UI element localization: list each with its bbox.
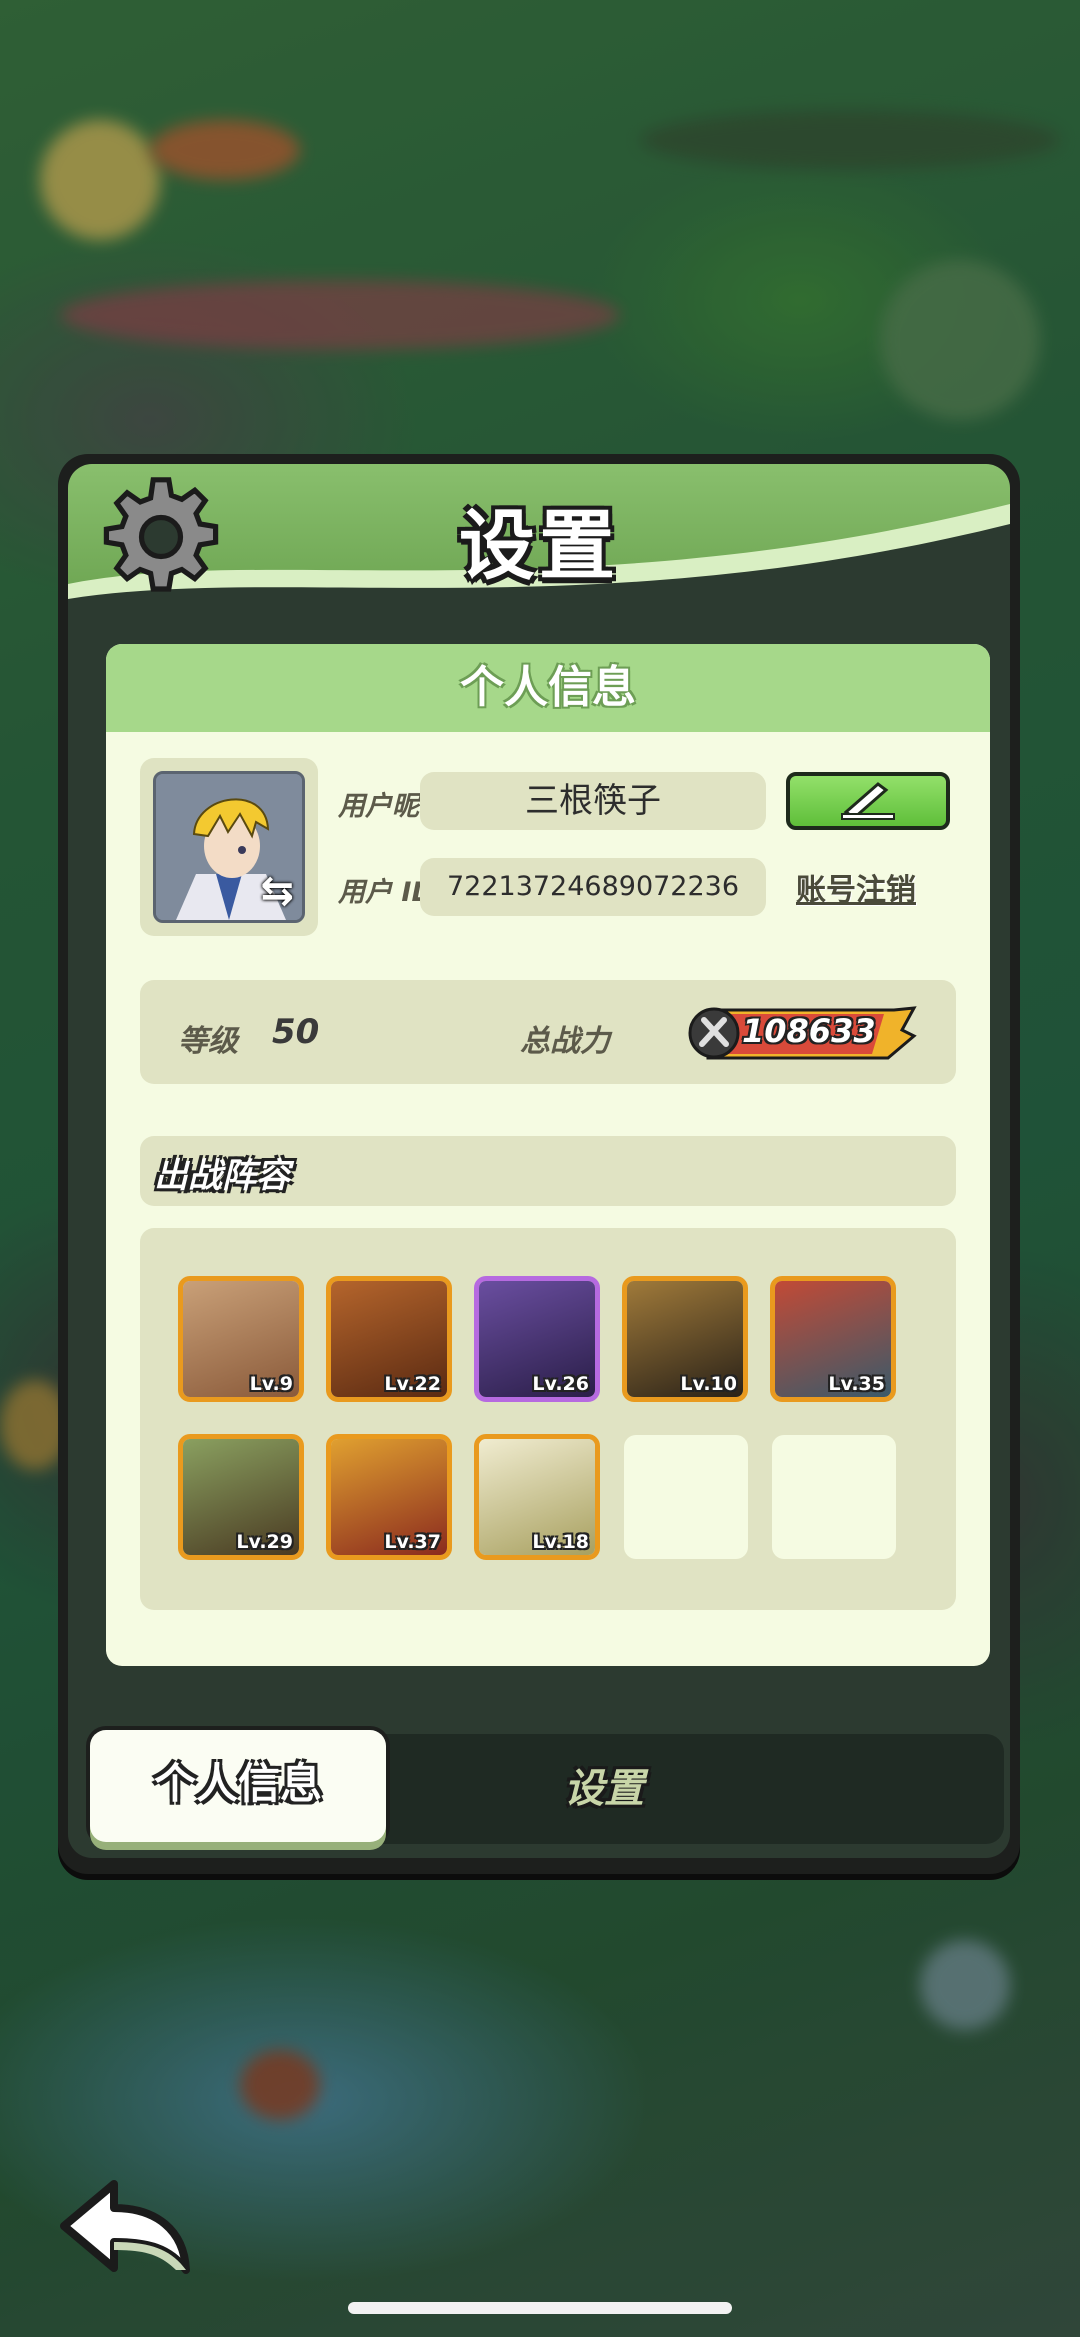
dialog-body: 设置 个人信息 ⇆ 用户昵称 三根筷子 用户 ID 72213724689072… <box>68 464 1010 1858</box>
avatar-frame[interactable]: ⇆ <box>140 758 318 936</box>
tab-bar: 个人信息 设置 <box>90 1730 1004 1844</box>
empty-hero-slot[interactable] <box>772 1435 896 1559</box>
pencil-icon <box>841 782 895 820</box>
team-header: 出战阵容 <box>140 1136 956 1206</box>
power-value: 108633 <box>742 1012 876 1050</box>
hero-slot-4[interactable]: Lv.10 <box>622 1276 748 1402</box>
empty-hero-slot[interactable] <box>624 1435 748 1559</box>
gear-icon <box>103 477 219 592</box>
team-title: 出战阵容 <box>154 1156 290 1196</box>
hero-slot-3[interactable]: Lv.26 <box>474 1276 600 1402</box>
power-badge: 108633 <box>688 1006 918 1060</box>
hero-slot-7[interactable]: Lv.37 <box>326 1434 452 1560</box>
level-label: 等级 <box>178 1024 238 1059</box>
user-id-field: 72213724689072236 <box>420 858 766 916</box>
nickname-field: 三根筷子 <box>420 772 766 830</box>
hero-slot-5[interactable]: Lv.35 <box>770 1276 896 1402</box>
hero-slot-2[interactable]: Lv.22 <box>326 1276 452 1402</box>
hero-level: Lv.9 <box>249 1373 293 1395</box>
hero-level: Lv.29 <box>236 1531 293 1553</box>
hero-level: Lv.10 <box>680 1373 737 1395</box>
profile-section-title: 个人信息 <box>106 644 990 732</box>
hero-slot-8[interactable]: Lv.18 <box>474 1434 600 1560</box>
hero-level: Lv.18 <box>532 1531 589 1553</box>
power-label: 总战力 <box>520 1024 610 1059</box>
avatar[interactable]: ⇆ <box>153 771 305 923</box>
edit-nickname-button[interactable] <box>786 772 950 830</box>
stats-bar: 等级 50 总战力 108633 <box>140 980 956 1084</box>
settings-dialog: 设置 个人信息 ⇆ 用户昵称 三根筷子 用户 ID 72213724689072… <box>58 454 1020 1874</box>
dialog-header: 设置 <box>68 464 1010 624</box>
back-arrow-icon[interactable] <box>56 2170 196 2280</box>
hero-level: Lv.35 <box>828 1373 885 1395</box>
profile-panel: 个人信息 ⇆ 用户昵称 三根筷子 用户 ID 72213724689072236… <box>106 644 990 1666</box>
home-indicator[interactable] <box>348 2302 732 2314</box>
hero-slot-1[interactable]: Lv.9 <box>178 1276 304 1402</box>
team-grid: Lv.9 Lv.22 Lv.26 Lv.10 Lv.35 Lv.29 Lv.37… <box>140 1228 956 1610</box>
account-deletion-link[interactable]: 账号注销 <box>796 865 916 909</box>
hero-level: Lv.22 <box>384 1373 441 1395</box>
tab-profile[interactable]: 个人信息 <box>90 1730 386 1842</box>
hero-slot-6[interactable]: Lv.29 <box>178 1434 304 1560</box>
hero-level: Lv.37 <box>384 1531 441 1553</box>
tab-settings[interactable]: 设置 <box>474 1734 734 1844</box>
level-value: 50 <box>272 1012 320 1052</box>
hero-level: Lv.26 <box>532 1373 589 1395</box>
swap-icon[interactable]: ⇆ <box>260 868 294 914</box>
